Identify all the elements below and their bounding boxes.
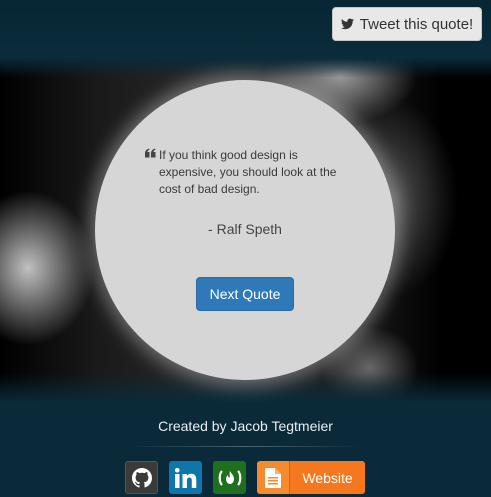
freecodecamp-icon: [218, 469, 241, 486]
footer-divider: [128, 446, 364, 447]
tweet-button[interactable]: Tweet this quote!: [332, 7, 482, 41]
github-link[interactable]: [125, 461, 158, 494]
quote-author: - Ralf Speth: [208, 221, 282, 237]
document-icon: [265, 467, 281, 488]
github-icon: [131, 467, 152, 488]
linkedin-icon: [174, 467, 196, 488]
twitter-bird-icon: [340, 18, 354, 30]
tweet-label: Tweet this quote!: [359, 15, 474, 33]
website-button[interactable]: Website: [257, 461, 365, 494]
page: Tweet this quote! If you think good desi…: [0, 0, 491, 497]
linkedin-link[interactable]: [169, 461, 202, 494]
quote-left-icon: [145, 148, 156, 158]
freecodecamp-link[interactable]: [213, 461, 246, 494]
document-icon-wrap: [257, 461, 290, 494]
hero-background: If you think good design is expensive, y…: [0, 58, 491, 403]
quote-text: If you think good design is expensive, y…: [159, 148, 337, 196]
quote-circle: If you think good design is expensive, y…: [95, 80, 395, 380]
next-quote-button[interactable]: Next Quote: [196, 277, 294, 311]
website-label: Website: [302, 469, 353, 486]
footer-credit: Created by Jacob Tegtmeier: [158, 418, 333, 434]
